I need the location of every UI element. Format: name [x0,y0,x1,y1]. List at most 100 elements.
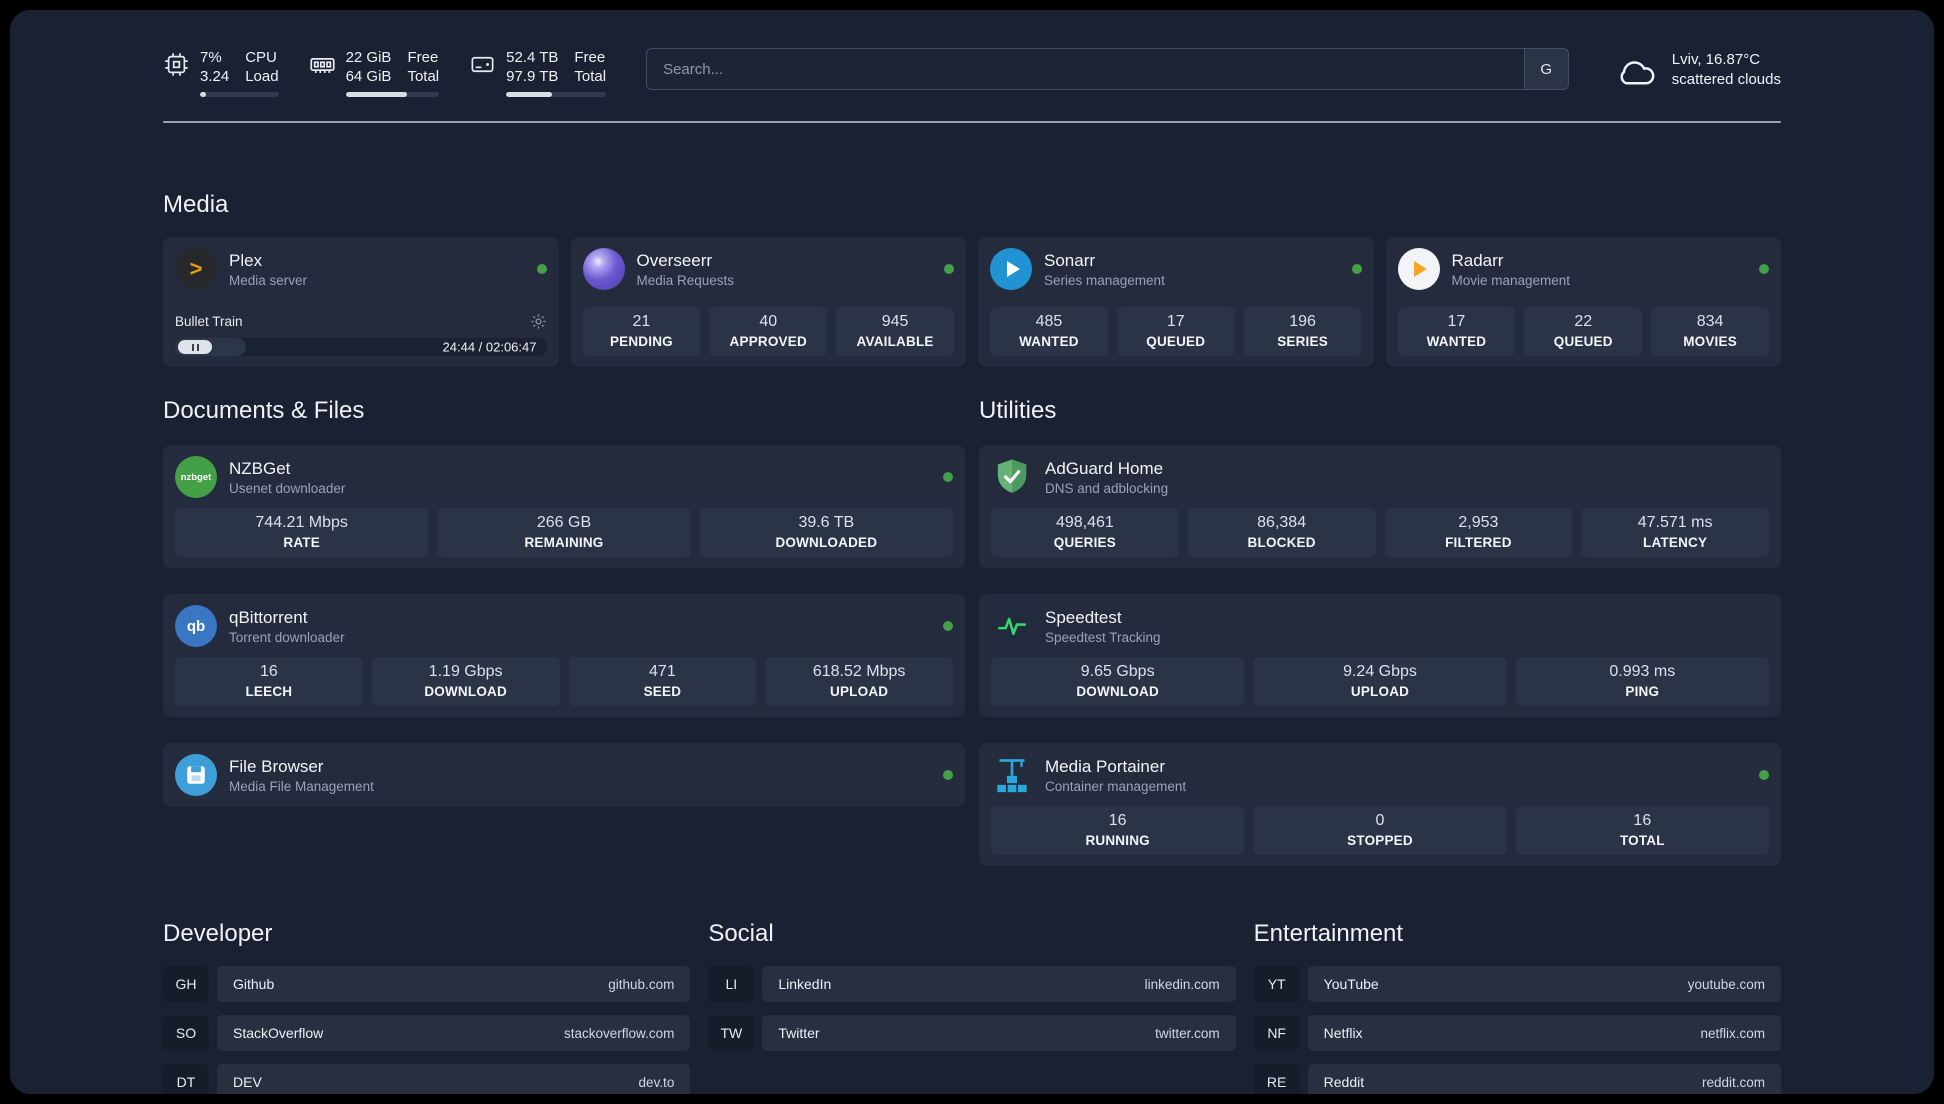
link-name: LinkedIn [778,976,832,992]
link-name: DEV [233,1074,262,1090]
filebrowser-icon [175,754,217,796]
filebrowser-card[interactable]: File Browser Media File Management [163,743,965,807]
playback-time: 24:44 / 02:06:47 [442,339,537,355]
filebrowser-subtitle: Media File Management [229,779,374,794]
ram-total-label: Total [407,68,440,85]
youtube-abbr: YT [1253,966,1300,1002]
link-row-github[interactable]: GH Github github.com [163,966,691,1002]
adguard-icon [991,456,1033,498]
link-row-twitter[interactable]: TW Twitter twitter.com [708,1015,1236,1051]
pause-button[interactable] [178,340,212,354]
adguard-subtitle: DNS and adblocking [1045,481,1169,496]
stat-tile: 16 RUNNING [991,806,1245,855]
portainer-icon [991,754,1033,796]
overseerr-icon [582,248,625,290]
ram-stat: 22 GiB 64 GiB Free Total [309,48,440,97]
stat-tile: 17 QUEUED [1116,307,1235,356]
stat-tile: 744.21 Mbps RATE [175,508,429,557]
dashboard: 7% 3.24 CPU Load 22 GiB 64 GiB Free Tota… [10,10,1934,1094]
link-row-reddit[interactable]: RE Reddit reddit.com [1253,1064,1781,1094]
weather-condition: scattered clouds [1671,71,1781,88]
stat-tile: 21 PENDING [582,307,701,356]
plex-name: Plex [229,251,263,270]
nzbget-icon: nzbget [175,456,217,498]
link-url: dev.to [638,1074,675,1090]
gear-icon[interactable] [530,313,547,330]
qbittorrent-status-dot [943,621,953,631]
ram-icon [309,58,335,73]
qbittorrent-subtitle: Torrent downloader [229,630,345,645]
link-url: netflix.com [1700,1025,1765,1041]
radarr-status-dot [1759,264,1769,274]
link-row-netflix[interactable]: NF Netflix netflix.com [1253,1015,1781,1051]
search-input[interactable] [646,48,1569,90]
overseerr-card[interactable]: Overseerr Media Requests 21 PENDING 40 A… [570,237,966,367]
link-name: Reddit [1323,1074,1365,1090]
sonarr-card[interactable]: Sonarr Series management 485 WANTED 17 Q… [978,237,1374,367]
sonarr-subtitle: Series management [1044,273,1165,288]
portainer-name: Media Portainer [1045,757,1166,776]
link-row-stackoverflow[interactable]: SO StackOverflow stackoverflow.com [163,1015,691,1051]
speedtest-name: Speedtest [1045,608,1122,627]
plex-icon: > [175,248,217,290]
stat-tile: 17 WANTED [1397,307,1516,356]
plex-card[interactable]: > Plex Media server Bullet Train 24:44 /… [163,237,559,367]
filebrowser-status-dot [943,770,953,780]
nzbget-card[interactable]: nzbget NZBGet Usenet downloader 744.21 M… [163,445,965,568]
disk-free-value: 52.4 TB [506,49,559,66]
documents-section: Documents & Files nzbget NZBGet Usenet d… [163,397,965,807]
stackoverflow-abbr: SO [163,1015,209,1051]
portainer-status-dot [1759,770,1769,780]
adguard-name: AdGuard Home [1045,459,1164,478]
stat-tile: 16 TOTAL [1515,806,1769,855]
overseerr-name: Overseerr [636,251,713,270]
stat-tile: 1.19 Gbps DOWNLOAD [371,657,560,706]
search-engine-button[interactable]: G [1523,49,1568,89]
cpu-load-label: Load [245,68,279,85]
social-section-title: Social [708,920,774,947]
stat-tile: 40 APPROVED [709,307,828,356]
twitter-abbr: TW [708,1015,755,1051]
weather-location: Lviv, 16.87°C [1671,51,1761,68]
speedtest-card[interactable]: Speedtest Speedtest Tracking 9.65 Gbps D… [979,594,1781,717]
stat-tile: 196 SERIES [1243,307,1362,356]
stat-tile: 39.6 TB DOWNLOADED [699,508,953,557]
adguard-card[interactable]: AdGuard Home DNS and adblocking 498,461 … [979,445,1781,568]
disk-total-value: 97.9 TB [506,68,559,85]
link-row-dev[interactable]: DT DEV dev.to [163,1064,691,1094]
stat-tile: 498,461 QUERIES [991,508,1179,557]
radarr-card[interactable]: Radarr Movie management 17 WANTED 22 QUE… [1385,237,1781,367]
link-url: reddit.com [1701,1074,1765,1090]
media-grid: > Plex Media server Bullet Train 24:44 /… [163,237,1781,367]
cpu-percent: 7% [200,49,222,66]
filebrowser-name: File Browser [229,757,324,776]
link-row-youtube[interactable]: YT YouTube youtube.com [1253,966,1781,1002]
documents-section-title: Documents & Files [163,397,365,424]
stat-tile: 0.993 ms PING [1515,657,1769,706]
ram-total-value: 64 GiB [345,68,392,85]
qbittorrent-card[interactable]: qb qBittorrent Torrent downloader 16 LEE… [163,594,965,717]
qbittorrent-icon: qb [175,605,217,647]
link-url: github.com [608,976,675,992]
disk-usage-fill [506,92,553,97]
cloud-icon [1620,61,1655,85]
dev-abbr: DT [163,1064,209,1094]
stat-tile: 22 QUEUED [1524,307,1643,356]
ram-usage-fill [345,92,408,97]
developer-section-title: Developer [163,920,273,947]
reddit-abbr: RE [1253,1064,1300,1094]
github-abbr: GH [163,966,209,1002]
link-name: Twitter [778,1025,820,1041]
link-name: StackOverflow [233,1025,324,1041]
nzbget-subtitle: Usenet downloader [229,481,346,496]
cpu-icon [165,53,188,76]
stat-tile: 471 SEED [568,657,757,706]
cpu-stat: 7% 3.24 CPU Load [163,48,279,97]
link-name: YouTube [1323,976,1379,992]
system-stats: 7% 3.24 CPU Load 22 GiB 64 GiB Free Tota… [163,48,607,97]
plex-status-dot [536,264,547,274]
link-row-linkedin[interactable]: LI LinkedIn linkedin.com [708,966,1236,1002]
portainer-card[interactable]: Media Portainer Container management 16 … [979,743,1781,866]
stat-tile: 485 WANTED [990,307,1108,356]
playback-progress-bar[interactable]: 24:44 / 02:06:47 [175,338,547,356]
